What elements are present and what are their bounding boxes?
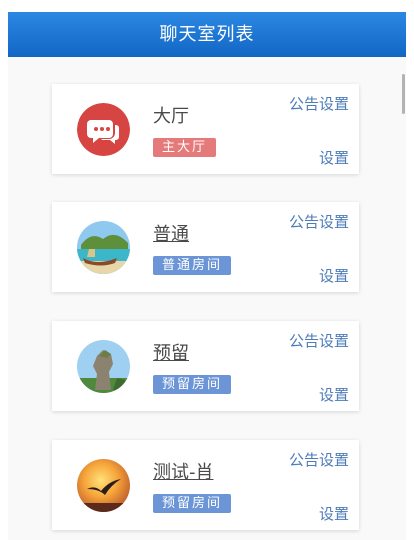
room-name[interactable]: 测试-肖 [153,458,214,484]
room-badge: 预留房间 [153,375,232,394]
notice-settings-link[interactable]: 公告设置 [289,330,349,351]
sunset-bird-icon [77,459,130,512]
notice-settings-link[interactable]: 公告设置 [289,449,349,470]
room-card-normal[interactable]: 普通 普通房间 公告设置 设置 [52,202,359,292]
notice-settings-link[interactable]: 公告设置 [289,93,349,114]
room-name: 大厅 [153,106,189,127]
notice-settings-link[interactable]: 公告设置 [289,211,349,232]
settings-link[interactable]: 设置 [319,384,349,405]
room-name[interactable]: 普通 [153,220,189,246]
settings-link[interactable]: 设置 [319,265,349,286]
room-card-test[interactable]: 测试-肖 预留房间 公告设置 设置 [52,440,359,530]
room-name[interactable]: 预留 [153,339,189,365]
room-card-reserved[interactable]: 预留 预留房间 公告设置 设置 [52,321,359,411]
room-badge: 主大厅 [153,138,217,157]
settings-link[interactable]: 设置 [319,503,349,524]
room-badge: 普通房间 [153,256,232,275]
page-title: 聊天室列表 [159,24,255,45]
room-card-hall[interactable]: 大厅 主大厅 公告设置 设置 [52,84,359,174]
beach-boat-icon [77,221,130,274]
speech-bubbles-icon [77,103,130,156]
room-badge: 预留房间 [153,494,232,513]
scrollbar[interactable] [402,74,405,114]
rock-tower-icon [77,340,130,393]
page-header: 聊天室列表 [8,12,406,57]
settings-link[interactable]: 设置 [319,147,349,168]
app-frame: 聊天室列表 大厅 主大厅 公告设置 设置 普通 普通房间 公告设置 设置 预留 … [8,12,406,540]
